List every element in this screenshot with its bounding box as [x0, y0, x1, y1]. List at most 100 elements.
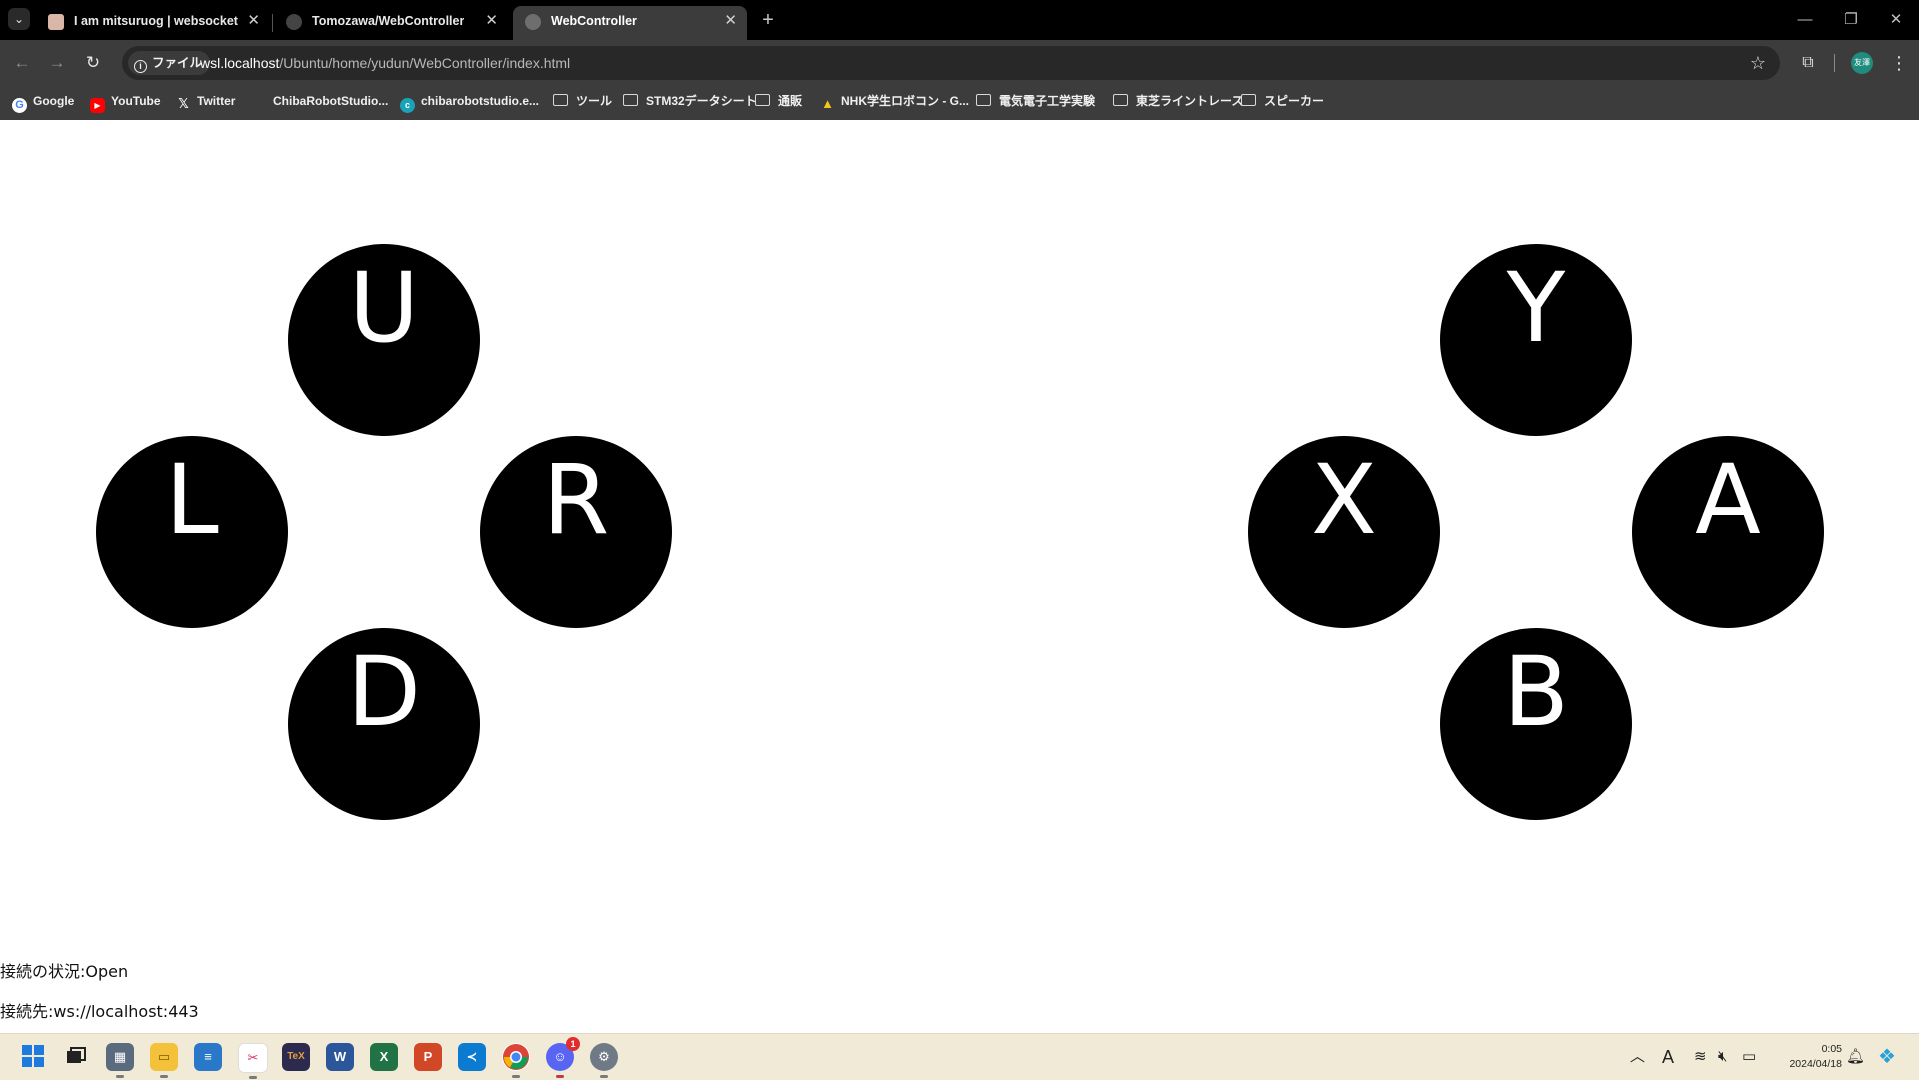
dpad-right-button[interactable]: R [480, 436, 672, 628]
forward-arrow-icon[interactable]: → [44, 50, 70, 76]
bookmark-label: STM32データシート [646, 94, 757, 108]
excel-icon[interactable]: X [370, 1043, 398, 1071]
url-host: wsl.localhost [200, 55, 280, 71]
file-explorer-icon[interactable]: ▭ [150, 1043, 178, 1078]
bookmark-star-icon[interactable]: ☆ [1750, 46, 1766, 80]
folder-icon [623, 94, 638, 106]
reload-icon[interactable]: ↻ [80, 50, 106, 76]
dpad-up-button[interactable]: U [288, 244, 480, 436]
folder-icon [553, 94, 568, 106]
notification-bell-icon[interactable]: 🔔︎ [1846, 1034, 1865, 1080]
bookmark-folder-stm32[interactable]: STM32データシート [623, 86, 757, 116]
folder-icon [755, 94, 770, 106]
close-window-button[interactable]: ✕ [1873, 0, 1919, 40]
bookmark-folder-linetrace[interactable]: 東芝ライントレース [1113, 86, 1243, 116]
tab-title: WebController [551, 14, 637, 28]
folder-icon [1113, 94, 1128, 106]
web-controller-page: U L R D Y X A B 接続の状況:Open 接続先:ws://loca… [0, 120, 1919, 1033]
notepad-icon[interactable]: ≡ [194, 1043, 222, 1071]
tab-strip: ⌄ I am mitsuruog | websocketを ✕ Tomozawa… [0, 0, 1919, 40]
windows-start-icon[interactable] [19, 1043, 47, 1071]
bookmark-folder-shopping[interactable]: 通販 [755, 86, 802, 116]
close-icon[interactable]: ✕ [247, 6, 260, 36]
a-button[interactable]: A [1632, 436, 1824, 628]
clock-time: 0:05 [1821, 1043, 1842, 1055]
bookmark-folder-experiments[interactable]: 電気電子工学実験 [976, 86, 1095, 116]
globe-icon [525, 14, 541, 30]
bookmark-label: NHK学生ロボコン - G... [841, 94, 969, 108]
bookmark-label: 通販 [778, 94, 803, 108]
site-icon: c [400, 98, 415, 113]
vscode-icon[interactable]: ≺ [458, 1043, 486, 1071]
tab-websocket-article[interactable]: I am mitsuruog | websocketを ✕ [36, 6, 270, 40]
url-path: /Ubuntu/home/yudun/WebController/index.h… [279, 55, 571, 71]
x-button[interactable]: X [1248, 436, 1440, 628]
url-text[interactable]: wsl.localhost/Ubuntu/home/yudun/WebContr… [200, 46, 570, 80]
site-info-chip[interactable]: i ファイル [128, 51, 211, 75]
back-arrow-icon[interactable]: ← [9, 50, 35, 76]
calculator-icon[interactable]: ▦ [106, 1043, 134, 1078]
dpad-left-button[interactable]: L [96, 436, 288, 628]
bookmark-label: 東芝ライントレース [1136, 94, 1244, 108]
github-icon [286, 14, 302, 30]
bookmark-label: スピーカー [1264, 94, 1325, 108]
speaker-muted-icon[interactable]: 🔇︎ [1718, 1034, 1727, 1080]
bookmark-label: chibarobotstudio.e... [421, 94, 540, 108]
x-icon: 𝕏 [178, 96, 189, 111]
dpad-down-button[interactable]: D [288, 628, 480, 820]
chrome-icon[interactable] [502, 1043, 530, 1078]
discord-icon[interactable]: ☺ 1 [546, 1037, 580, 1078]
bookmarks-bar: G Google ▶ YouTube 𝕏 Twitter ChibaRobotStud… [0, 86, 1919, 120]
browser-toolbar: ← → ↻ i ファイル wsl.localhost/Ubuntu/home/yu… [0, 40, 1919, 86]
bookmark-chibarobotstudio[interactable]: ChibaRobotStudio... [252, 86, 388, 116]
bookmark-label: 電気電子工学実験 [999, 94, 1096, 108]
ime-indicator[interactable]: A [1662, 1034, 1674, 1080]
texworks-icon[interactable]: TeX [282, 1043, 310, 1071]
blank-icon [252, 93, 267, 108]
system-clock[interactable]: 0:05 2024/04/18 [1772, 1042, 1842, 1072]
address-bar[interactable]: i ファイル wsl.localhost/Ubuntu/home/yudun/We… [122, 46, 1780, 80]
word-icon[interactable]: W [326, 1043, 354, 1071]
b-button[interactable]: B [1440, 628, 1632, 820]
bookmark-nhk-robocon[interactable]: ▲ NHK学生ロボコン - G... [820, 86, 969, 116]
minimize-button[interactable]: — [1782, 0, 1828, 40]
y-button[interactable]: Y [1440, 244, 1632, 436]
bookmark-folder-tools[interactable]: ツール [553, 86, 612, 116]
tab-github-webcontroller[interactable]: Tomozawa/WebController ✕ [274, 6, 508, 40]
copilot-icon[interactable]: ❖ [1878, 1034, 1896, 1080]
taskbar: ▦ ▭ ≡ ✂ TeX W X P ≺ ☺ 1 ⚙ ︿ A ≋ 🔇︎ ▭ 0:0… [0, 1033, 1919, 1080]
tab-search-button[interactable]: ⌄ [8, 8, 30, 30]
battery-icon[interactable]: ▭ [1742, 1034, 1756, 1080]
bookmark-chibarobotstudio-site[interactable]: c chibarobotstudio.e... [400, 86, 539, 116]
snipping-tool-icon[interactable]: ✂ [238, 1043, 268, 1079]
info-icon: i [134, 60, 147, 73]
bookmark-label: Twitter [197, 94, 236, 108]
wifi-icon[interactable]: ≋ [1694, 1034, 1707, 1080]
powerpoint-icon[interactable]: P [414, 1043, 442, 1071]
connection-status: 接続の状況:Open [0, 962, 129, 981]
restore-button[interactable]: ❐ [1828, 0, 1874, 40]
show-hidden-icons-chevron-icon[interactable]: ︿ [1630, 1034, 1645, 1080]
bookmark-twitter[interactable]: 𝕏 Twitter [176, 86, 235, 116]
drive-icon: ▲ [821, 96, 834, 111]
close-icon[interactable]: ✕ [724, 6, 737, 36]
bookmark-label: YouTube [111, 94, 161, 108]
tab-webcontroller[interactable]: WebController ✕ [513, 6, 747, 40]
bookmark-label: ツール [576, 94, 613, 108]
toolbar-divider [1834, 54, 1835, 72]
bookmark-folder-speaker[interactable]: スピーカー [1241, 86, 1324, 116]
new-tab-button[interactable]: + [756, 6, 780, 34]
settings-gear-icon[interactable]: ⚙ [590, 1043, 618, 1078]
extensions-puzzle-icon[interactable]: ⧉ [1796, 50, 1820, 76]
folder-icon [976, 94, 991, 106]
notification-badge: 1 [566, 1037, 580, 1051]
google-icon: G [12, 98, 27, 113]
close-icon[interactable]: ✕ [485, 6, 498, 36]
task-view-icon[interactable] [62, 1043, 90, 1071]
bookmark-youtube[interactable]: ▶ YouTube [90, 86, 161, 116]
more-menu-icon[interactable]: ⋮ [1890, 50, 1908, 76]
bookmark-google[interactable]: G Google [12, 86, 74, 116]
tab-title: Tomozawa/WebController [312, 14, 465, 28]
connection-endpoint: 接続先:ws://localhost:443 [0, 1002, 199, 1021]
profile-avatar[interactable]: 友澤 [1851, 52, 1873, 74]
